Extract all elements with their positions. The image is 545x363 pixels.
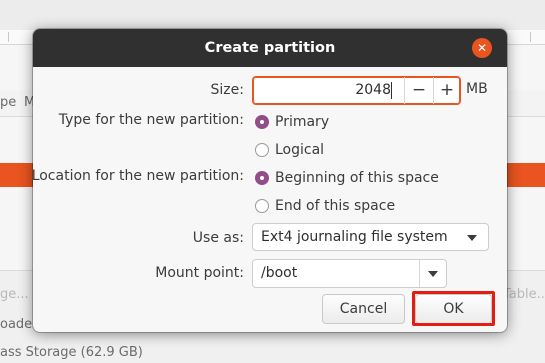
close-icon[interactable]: ✕ xyxy=(472,38,492,58)
column-header-fragment: pe xyxy=(0,95,17,110)
radio-logical[interactable]: Logical xyxy=(255,140,324,160)
ok-button-highlight xyxy=(412,291,495,326)
create-partition-dialog: Create partition ✕ Size: 2048 − + MB Typ… xyxy=(33,29,507,332)
mount-point-combo[interactable]: /boot xyxy=(252,259,447,288)
combo-divider xyxy=(419,260,420,287)
radio-unchecked-icon[interactable] xyxy=(255,143,269,157)
dialog-title: Create partition xyxy=(204,40,336,56)
size-label: Size: xyxy=(210,82,244,98)
dialog-titlebar: Create partition ✕ xyxy=(33,29,507,67)
chevron-down-icon xyxy=(467,235,477,241)
radio-unchecked-icon[interactable] xyxy=(255,199,269,213)
type-label: Type for the new partition: xyxy=(58,112,244,128)
location-label: Location for the new partition: xyxy=(33,168,244,184)
increment-button[interactable]: + xyxy=(433,77,461,104)
radio-beginning[interactable]: Beginning of this space xyxy=(255,168,439,188)
use-as-label: Use as: xyxy=(192,230,244,246)
radio-end[interactable]: End of this space xyxy=(255,196,395,216)
size-unit: MB xyxy=(466,81,488,97)
radio-end-label[interactable]: End of this space xyxy=(275,198,395,214)
faded-button-fragment: ge... xyxy=(0,287,29,302)
mount-point-input[interactable]: /boot xyxy=(261,260,297,287)
use-as-value: Ext4 journaling file system xyxy=(261,229,448,245)
radio-primary[interactable]: Primary xyxy=(255,112,329,132)
decrement-button[interactable]: − xyxy=(405,77,433,104)
text-caret xyxy=(391,82,392,99)
radio-checked-icon[interactable] xyxy=(255,171,269,185)
mount-point-label: Mount point: xyxy=(155,265,244,281)
window-top-strip xyxy=(0,0,545,31)
size-input[interactable]: 2048 xyxy=(253,77,391,104)
chevron-down-icon[interactable] xyxy=(428,271,438,277)
new-partition-table-button-fragment: Table... xyxy=(503,287,545,302)
cancel-button[interactable]: Cancel xyxy=(322,294,405,324)
partition-bar-tick xyxy=(8,32,9,42)
use-as-dropdown[interactable]: Ext4 journaling file system xyxy=(252,223,489,251)
size-spinbutton[interactable]: 2048 − + xyxy=(252,76,461,105)
bootloader-device-select[interactable]: ass Storage (62.9 GB) xyxy=(0,345,143,360)
radio-checked-icon[interactable] xyxy=(255,115,269,129)
radio-beginning-label[interactable]: Beginning of this space xyxy=(275,170,439,186)
radio-primary-label[interactable]: Primary xyxy=(275,114,329,130)
partition-bar-tick xyxy=(530,32,531,42)
radio-logical-label[interactable]: Logical xyxy=(275,142,324,158)
